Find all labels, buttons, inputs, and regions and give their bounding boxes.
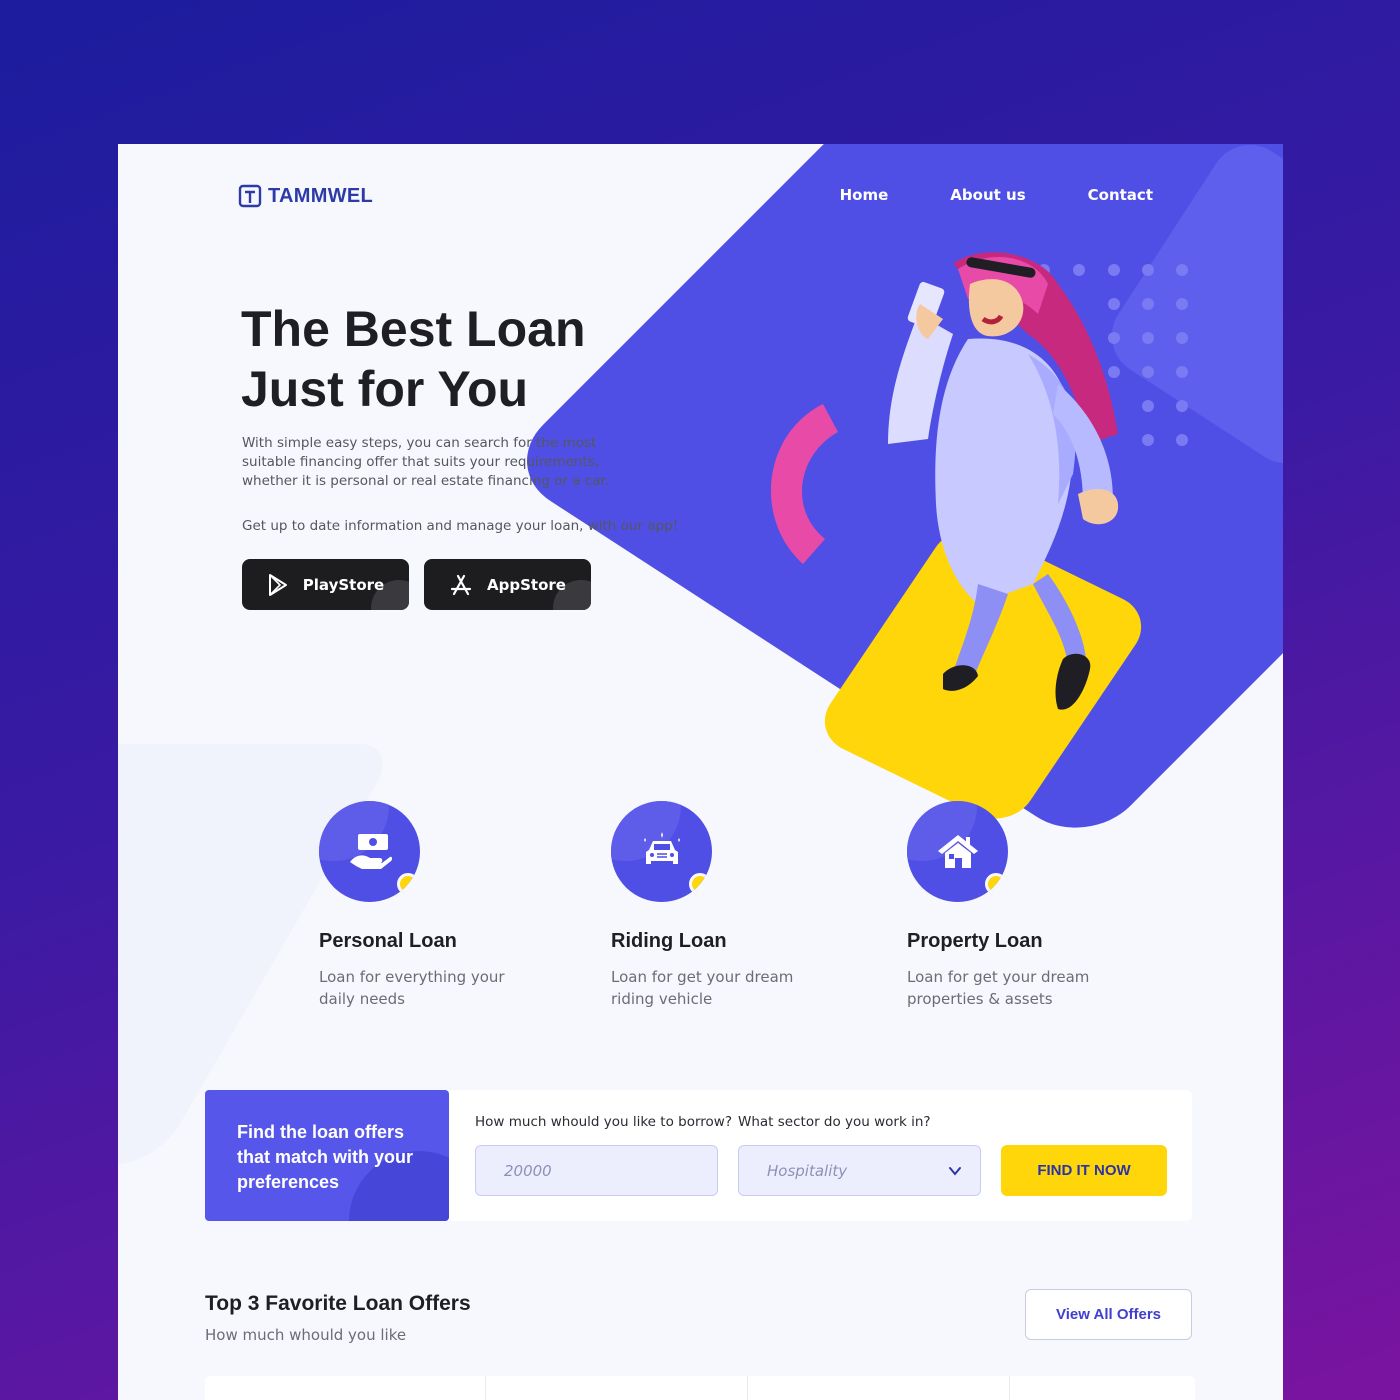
money-hand-icon [349,833,392,869]
nav-home[interactable]: Home [840,186,889,204]
hero-title: The Best Loan Just for You [241,299,661,419]
offers-subtitle: How much whould you like [205,1326,407,1344]
logo-mark-icon [238,184,262,208]
nav-contact[interactable]: Contact [1088,186,1153,204]
offers-title: Top 3 Favorite Loan Offers [205,1292,471,1315]
playstore-label: PlayStore [302,575,385,594]
loan-title: Property Loan [907,930,1043,952]
brand-logo[interactable]: TAMMWEL [238,184,373,208]
loan-description: Loan for get your dream riding vehicle [611,968,794,1008]
sector-select[interactable]: Hospitality [738,1145,981,1196]
loan-badge-dot [397,873,419,895]
search-promo-text: Find the loan offers that match with you… [237,1122,414,1192]
nav-about-us[interactable]: About us [950,186,1025,204]
offer-cards-row [205,1376,1195,1400]
loan-card-property[interactable]: Property Loan Loan for get your dream pr… [907,801,1147,1010]
loan-description: Loan for get your dream properties & ass… [907,968,1090,1008]
loan-badge-dot [689,873,711,895]
view-all-offers-button[interactable]: View All Offers [1025,1289,1192,1340]
hero-app-text: Get up to date information and manage yo… [242,518,679,534]
loan-title: Personal Loan [319,930,457,952]
appstore-button[interactable]: AppStore [424,559,591,610]
search-promo-box: Find the loan offers that match with you… [205,1090,449,1221]
house-icon [937,834,978,868]
loan-search-panel: Find the loan offers that match with you… [205,1090,1192,1221]
loan-badge-dot [985,873,1007,895]
hero-person-illustration [888,252,1119,710]
loan-icon-circle [907,801,1008,902]
offer-divider [485,1376,486,1400]
play-store-icon [268,573,287,596]
amount-input[interactable] [504,1161,689,1180]
loan-description: Loan for everything your daily needs [319,968,505,1008]
offer-divider [747,1376,748,1400]
offer-divider [1009,1376,1010,1400]
hero-title-line2: Just for You [241,361,529,417]
amount-label: How much whould you like to borrow? [475,1114,732,1130]
loan-card-riding[interactable]: Riding Loan Loan for get your dream ridi… [611,801,851,1010]
appstore-label: AppStore [487,575,566,594]
loan-icon-circle [319,801,420,902]
app-store-icon [450,574,472,595]
playstore-button[interactable]: PlayStore [242,559,409,610]
brand-name: TAMMWEL [268,184,374,207]
sector-label: What sector do you work in? [738,1114,931,1130]
landing-page: TAMMWEL Home About us Contact The Best L… [118,144,1283,1400]
hero-description: With simple easy steps, you can search f… [242,435,610,489]
car-icon [643,831,680,864]
hero-title-line1: The Best Loan [241,301,586,357]
find-it-now-button[interactable]: FIND IT NOW [1001,1145,1167,1196]
loan-title: Riding Loan [611,930,727,952]
top-navigation: Home About us Contact [840,186,1153,204]
loan-card-personal[interactable]: Personal Loan Loan for everything your d… [319,801,559,1010]
loan-icon-circle [611,801,712,902]
sector-select-value: Hospitality [767,1161,848,1180]
amount-field[interactable] [475,1145,718,1196]
chevron-down-icon [949,1167,961,1176]
